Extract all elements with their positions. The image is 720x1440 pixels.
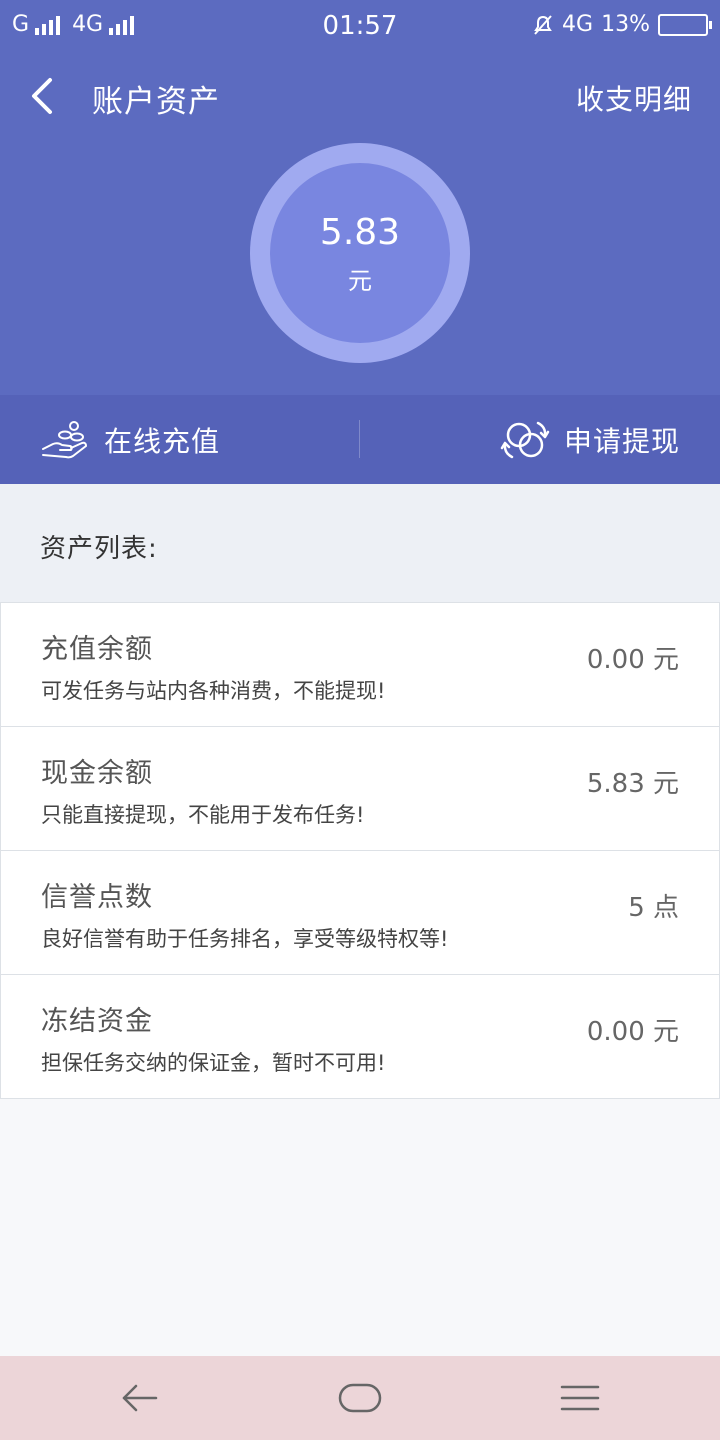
asset-name: 信誉点数 bbox=[41, 882, 153, 913]
back-button[interactable] bbox=[18, 70, 66, 122]
balance-ring: 5.83 元 bbox=[250, 143, 470, 363]
asset-name: 冻结资金 bbox=[41, 1006, 153, 1037]
recharge-button[interactable]: 在线充值 bbox=[40, 395, 220, 484]
rounded-rect-icon bbox=[338, 1383, 382, 1413]
recharge-label: 在线充值 bbox=[104, 424, 221, 458]
exchange-icon bbox=[500, 421, 550, 458]
mute-bell-icon bbox=[534, 14, 552, 35]
balance-amount: 5.83 bbox=[319, 211, 401, 253]
asset-row-frozen-funds[interactable]: 冻结资金 担保任务交纳的保证金，暂时不可用! 0.00 元 bbox=[0, 974, 720, 1099]
hamburger-icon bbox=[560, 1385, 600, 1411]
chevron-left-icon bbox=[32, 78, 52, 114]
asset-row-credit-points[interactable]: 信誉点数 良好信誉有助于任务排名，享受等级特权等! 5 点 bbox=[0, 850, 720, 975]
system-nav-bar bbox=[0, 1356, 720, 1440]
asset-value: 5 点 bbox=[628, 893, 679, 923]
status-bar: G 4G 01:57 4G 13% bbox=[0, 0, 720, 50]
balance-ring-inner: 5.83 元 bbox=[270, 163, 450, 343]
battery-icon bbox=[658, 13, 712, 36]
asset-value: 0.00 元 bbox=[586, 1017, 679, 1047]
withdraw-label: 申请提现 bbox=[563, 424, 680, 458]
nav-back-button[interactable] bbox=[110, 1376, 170, 1420]
asset-value: 0.00 元 bbox=[586, 645, 679, 675]
coin-hand-icon bbox=[42, 420, 87, 458]
asset-name: 现金余额 bbox=[41, 758, 153, 789]
asset-desc: 担保任务交纳的保证金，暂时不可用! bbox=[41, 1051, 386, 1075]
arrow-left-icon bbox=[122, 1384, 158, 1412]
battery-percent: 13% bbox=[601, 12, 650, 37]
balance-unit: 元 bbox=[348, 266, 372, 295]
nav-menu-button[interactable] bbox=[550, 1376, 610, 1420]
asset-value: 5.83 元 bbox=[586, 769, 679, 799]
asset-desc: 可发任务与站内各种消费，不能提现! bbox=[41, 679, 386, 703]
network-label: 4G bbox=[562, 12, 594, 37]
asset-desc: 良好信誉有助于任务排名，享受等级特权等! bbox=[41, 927, 449, 951]
asset-row-cash-balance[interactable]: 现金余额 只能直接提现，不能用于发布任务! 5.83 元 bbox=[0, 726, 720, 851]
nav-home-button[interactable] bbox=[330, 1376, 390, 1420]
asset-list-title: 资产列表: bbox=[40, 534, 158, 564]
asset-list-header: 资产列表: bbox=[0, 484, 720, 602]
page-title: 账户资产 bbox=[92, 84, 220, 120]
asset-desc: 只能直接提现，不能用于发布任务! bbox=[41, 803, 365, 827]
status-right: 4G 13% bbox=[532, 12, 712, 37]
action-bar: 在线充值 申请提现 bbox=[0, 395, 720, 484]
transaction-detail-link[interactable]: 收支明细 bbox=[576, 78, 692, 118]
withdraw-button[interactable]: 申请提现 bbox=[500, 395, 680, 484]
action-divider bbox=[359, 420, 360, 458]
asset-list: 充值余额 可发任务与站内各种消费，不能提现! 0.00 元 现金余额 只能直接提… bbox=[0, 602, 720, 1099]
asset-row-recharge-balance[interactable]: 充值余额 可发任务与站内各种消费，不能提现! 0.00 元 bbox=[0, 602, 720, 727]
header: 账户资产 收支明细 5.83 元 bbox=[0, 50, 720, 395]
asset-name: 充值余额 bbox=[41, 634, 153, 665]
